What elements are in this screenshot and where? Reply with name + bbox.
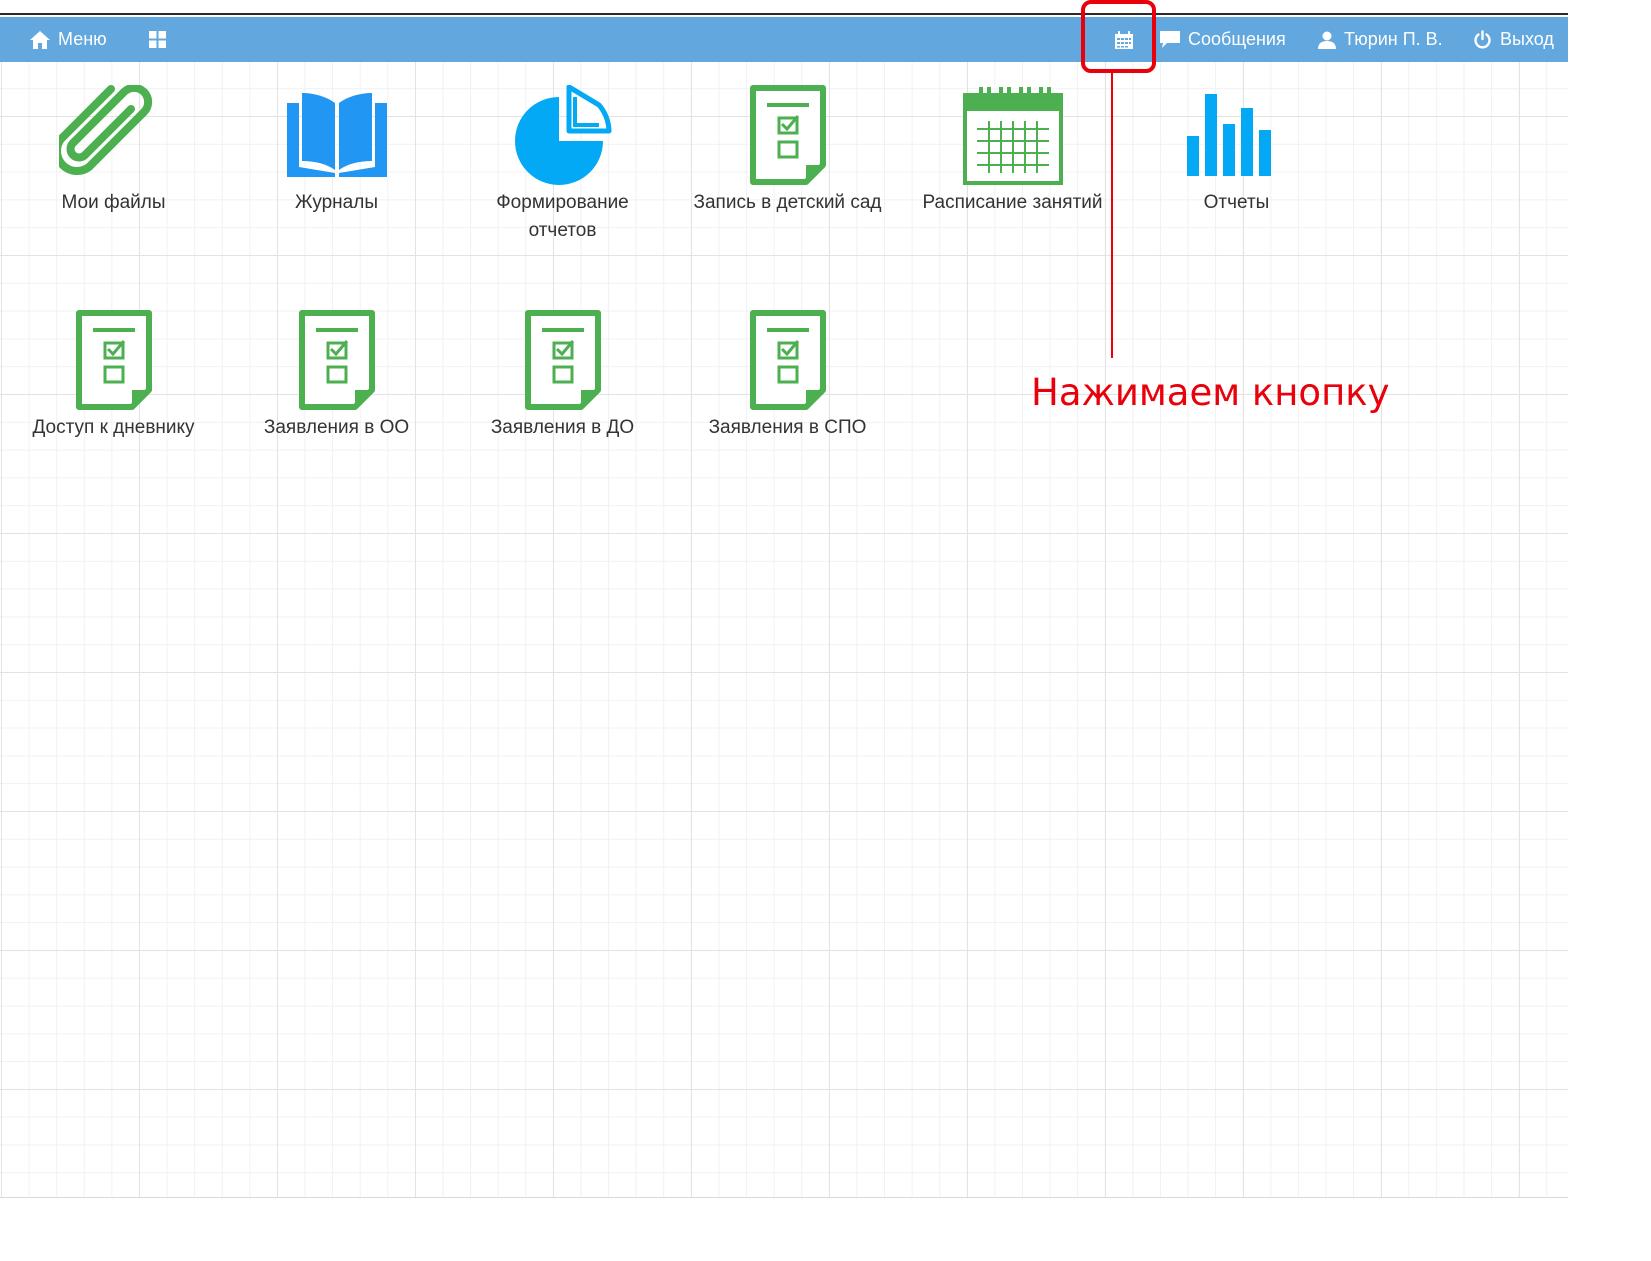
annotation-pointer-line — [1111, 72, 1113, 358]
bar-chart-icon — [1186, 94, 1271, 176]
tile-report-builder[interactable]: Формирование отчетов — [450, 85, 675, 245]
tile-applications-oo[interactable]: Заявления в ОО — [224, 310, 449, 442]
exit-label: Выход — [1500, 29, 1554, 49]
tile-diary-access[interactable]: Доступ к дневнику — [1, 310, 226, 442]
tile-journals[interactable]: Журналы — [224, 85, 449, 217]
top-navbar: Меню Сообщения Тюрин П. В. Выход — [0, 17, 1568, 62]
tile-kindergarten-enrollment[interactable]: Запись в детский сад — [675, 85, 900, 217]
right-margin — [1568, 0, 1651, 1261]
tile-applications-do[interactable]: Заявления в ДО — [450, 310, 675, 442]
user-name-label: Тюрин П. В. — [1344, 29, 1443, 49]
tile-class-schedule[interactable]: Расписание занятий — [900, 85, 1125, 217]
tile-label: Заявления в ДО — [490, 417, 635, 438]
grid-icon — [149, 31, 166, 48]
checklist-document-icon — [75, 310, 152, 410]
checklist-document-icon — [749, 85, 826, 185]
annotation-highlight-box — [1081, 0, 1156, 73]
tile-label: Мои файлы — [61, 192, 166, 213]
desktop-workspace — [0, 62, 1568, 1198]
checklist-document-icon — [749, 310, 826, 410]
tile-label: Заявления в ОО — [263, 417, 410, 438]
messages-label: Сообщения — [1188, 29, 1286, 49]
tile-label: Формирование отчетов — [496, 192, 629, 241]
checklist-document-icon — [298, 310, 375, 410]
power-icon — [1474, 30, 1491, 49]
checklist-document-icon — [524, 310, 601, 410]
calendar-icon — [962, 87, 1063, 185]
pie-chart-icon — [514, 85, 611, 185]
messages-link[interactable]: Сообщения — [1160, 17, 1286, 62]
tile-label: Заявления в СПО — [708, 417, 867, 438]
message-icon — [1160, 30, 1180, 48]
tile-label: Доступ к дневнику — [32, 417, 195, 438]
window-top-edge — [0, 0, 1568, 15]
tile-label: Запись в детский сад — [693, 192, 882, 213]
user-icon — [1318, 31, 1336, 49]
tile-label: Расписание занятий — [922, 192, 1103, 213]
home-icon — [30, 30, 50, 49]
tile-my-files[interactable]: Мои файлы — [1, 85, 226, 217]
menu-link[interactable]: Меню — [30, 17, 107, 62]
tile-reports[interactable]: Отчеты — [1124, 85, 1349, 217]
annotation-text: Нажимаем кнопку — [1031, 371, 1390, 414]
tile-label: Отчеты — [1203, 192, 1270, 213]
book-icon — [286, 93, 387, 177]
apps-grid-button[interactable] — [149, 17, 166, 62]
paperclip-icon — [58, 85, 152, 175]
exit-link[interactable]: Выход — [1473, 17, 1554, 62]
tile-label: Журналы — [295, 192, 378, 213]
menu-label: Меню — [58, 29, 107, 49]
user-profile-link[interactable]: Тюрин П. В. — [1318, 17, 1443, 62]
tile-applications-spo[interactable]: Заявления в СПО — [675, 310, 900, 442]
